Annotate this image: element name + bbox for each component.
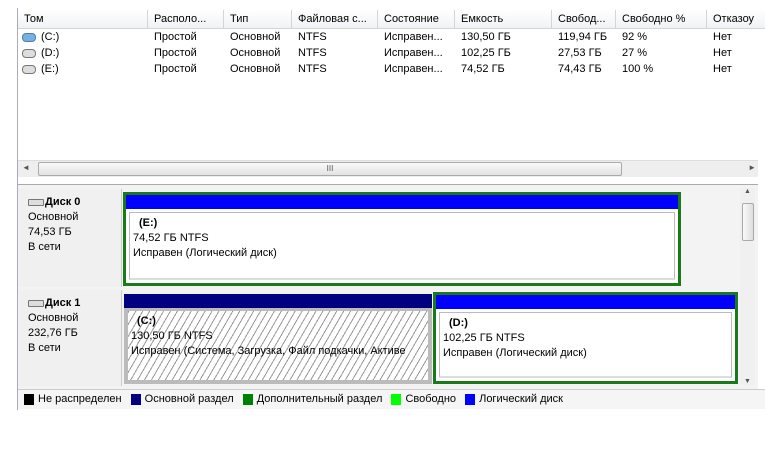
volume-name: (D:) xyxy=(41,47,60,59)
partition-e[interactable]: (E:) 74,52 ГБ NTFS Исправен (Логический … xyxy=(123,192,681,286)
fs: NTFS xyxy=(298,47,327,59)
capacity: 130,50 ГБ xyxy=(461,31,511,43)
fault: Нет xyxy=(713,47,732,59)
table-row[interactable]: (C:) Простой Основной NTFS Исправен... 1… xyxy=(18,29,765,45)
type: Основной xyxy=(230,63,281,75)
disk-name: Диск 0 xyxy=(45,196,81,208)
capacity: 74,52 ГБ xyxy=(461,63,505,75)
partition-size: 130,50 ГБ NTFS xyxy=(131,330,213,342)
disk-size: 232,76 ГБ xyxy=(28,327,78,339)
disk-state: В сети xyxy=(28,342,61,354)
free: 74,43 ГБ xyxy=(558,63,602,75)
status: Исправен... xyxy=(384,63,443,75)
col-free[interactable]: Свобод... xyxy=(552,10,616,28)
drive-icon xyxy=(22,64,36,74)
col-volume[interactable]: Том xyxy=(18,10,148,28)
type: Основной xyxy=(230,47,281,59)
partition-d[interactable]: (D:) 102,25 ГБ NTFS Исправен (Логический… xyxy=(433,292,738,384)
scroll-up-arrow-icon[interactable]: ▲ xyxy=(744,188,751,195)
legend-label: Логический диск xyxy=(479,393,563,405)
volume-name: (C:) xyxy=(41,31,60,43)
partition-size: 102,25 ГБ NTFS xyxy=(443,332,525,344)
col-filesystem[interactable]: Файловая с... xyxy=(292,10,378,28)
partition-label: (C:) xyxy=(137,315,156,327)
table-row[interactable]: (E:) Простой Основной NTFS Исправен... 7… xyxy=(18,61,765,77)
logical-disk-bar xyxy=(126,195,678,209)
partition-label: (D:) xyxy=(449,317,468,329)
partition-label: (E:) xyxy=(139,217,158,229)
capacity: 102,25 ГБ xyxy=(461,47,511,59)
legend-swatch-extended xyxy=(242,393,253,405)
primary-partition-bar xyxy=(124,294,432,308)
disk-type: Основной xyxy=(28,211,79,223)
free: 27,53 ГБ xyxy=(558,47,602,59)
layout: Простой xyxy=(154,63,197,75)
logical-disk-bar xyxy=(436,295,735,309)
drive-icon xyxy=(22,32,36,42)
disk-0-label[interactable]: Диск 0 Основной 74,53 ГБ В сети xyxy=(18,189,122,287)
fs: NTFS xyxy=(298,31,327,43)
legend-label: Свободно xyxy=(405,393,457,405)
disk-icon xyxy=(28,299,44,307)
col-capacity[interactable]: Емкость xyxy=(455,10,552,28)
col-fault[interactable]: Отказоу xyxy=(707,10,765,28)
legend: Не распределен Основной раздел Дополните… xyxy=(18,389,765,409)
fault: Нет xyxy=(713,63,732,75)
free-pct: 100 % xyxy=(622,63,654,75)
type: Основной xyxy=(230,31,281,43)
disk-name: Диск 1 xyxy=(45,297,81,309)
layout: Простой xyxy=(154,31,197,43)
table-row[interactable]: (D:) Простой Основной NTFS Исправен... 1… xyxy=(18,45,765,61)
scroll-right-arrow-icon[interactable]: ► xyxy=(748,163,756,172)
free-pct: 27 % xyxy=(622,47,648,59)
disk-1-label[interactable]: Диск 1 Основной 232,76 ГБ В сети xyxy=(18,290,122,386)
free: 119,94 ГБ xyxy=(558,31,608,43)
legend-label: Основной раздел xyxy=(144,393,234,405)
legend-label: Дополнительный раздел xyxy=(256,393,383,405)
volume-name: (E:) xyxy=(41,63,59,75)
free-pct: 92 % xyxy=(622,31,648,43)
disk-icon xyxy=(28,198,44,206)
col-layout[interactable]: Располо... xyxy=(148,10,224,28)
status: Исправен... xyxy=(384,31,443,43)
col-type[interactable]: Тип xyxy=(224,10,292,28)
scroll-down-arrow-icon[interactable]: ▼ xyxy=(744,378,751,385)
horizontal-scroll-thumb[interactable]: III xyxy=(38,162,622,176)
disk-type: Основной xyxy=(28,312,79,324)
legend-swatch-unallocated xyxy=(24,393,34,405)
legend-swatch-primary xyxy=(130,393,141,405)
drive-icon xyxy=(22,48,36,58)
partition-status: Исправен (Система, Загрузка, Файл подкач… xyxy=(131,345,406,357)
col-free-pct[interactable]: Свободно % xyxy=(616,10,707,28)
fs: NTFS xyxy=(298,63,327,75)
partition-size: 74,52 ГБ NTFS xyxy=(133,232,209,244)
vertical-scroll-thumb[interactable] xyxy=(742,203,754,241)
legend-swatch-logical xyxy=(465,393,476,405)
scroll-left-arrow-icon[interactable]: ◄ xyxy=(22,163,30,172)
disk-state: В сети xyxy=(28,241,61,253)
volume-table-header: Том Располо... Тип Файловая с... Состоян… xyxy=(18,10,765,29)
col-status[interactable]: Состояние xyxy=(378,10,455,28)
partition-status: Исправен (Логический диск) xyxy=(133,247,277,259)
partition-c[interactable]: (C:) 130,50 ГБ NTFS Исправен (Система, З… xyxy=(124,294,432,384)
disk-size: 74,53 ГБ xyxy=(28,226,72,238)
layout: Простой xyxy=(154,47,197,59)
legend-swatch-free xyxy=(391,393,402,405)
fault: Нет xyxy=(713,31,732,43)
partition-status: Исправен (Логический диск) xyxy=(443,347,587,359)
status: Исправен... xyxy=(384,47,443,59)
vertical-scrollbar[interactable]: ▲ ▼ xyxy=(740,188,755,385)
legend-label: Не распределен xyxy=(38,393,122,405)
